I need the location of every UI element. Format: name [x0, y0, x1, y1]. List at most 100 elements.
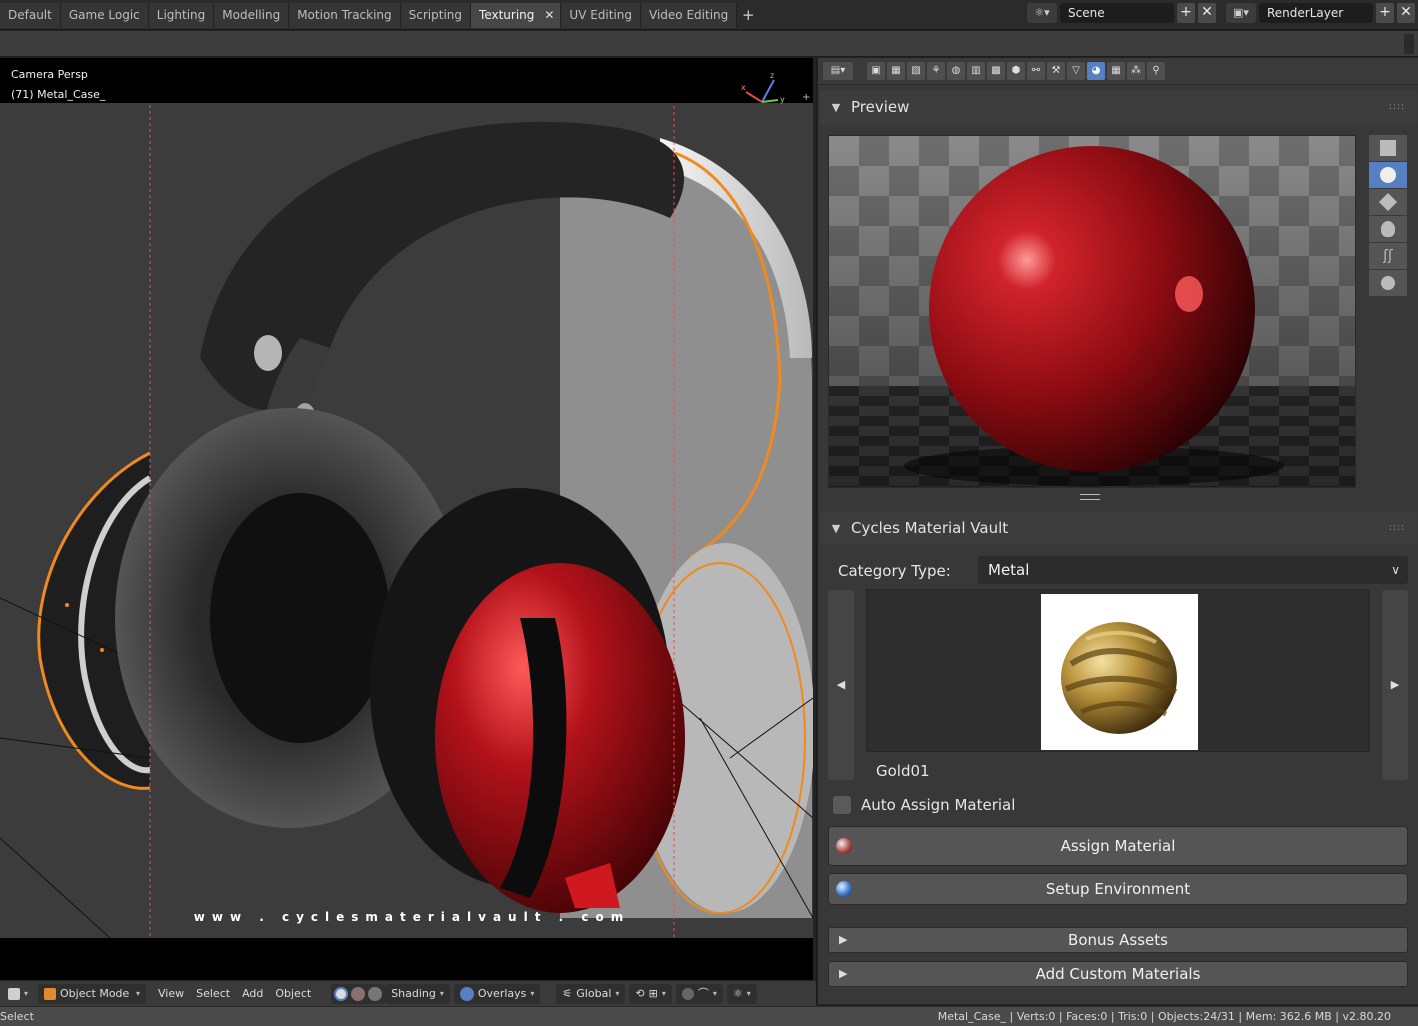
- view-layer-tab-icon[interactable]: ▧: [907, 62, 925, 80]
- add-render-layer-button[interactable]: +: [1376, 3, 1394, 23]
- previous-material-button[interactable]: ◀: [828, 590, 854, 780]
- drag-handle-icon[interactable]: ::::: [1389, 102, 1405, 112]
- preview-cube-button[interactable]: [1369, 189, 1407, 216]
- 3d-viewport[interactable]: Camera Persp (71) Metal_Case_ z x y + ww…: [0, 58, 813, 980]
- wrench-tab-icon[interactable]: ⚒: [1047, 62, 1065, 80]
- preview-flat-button[interactable]: [1369, 135, 1407, 162]
- auto-assign-material-row[interactable]: Auto Assign Material: [833, 796, 1015, 814]
- area-corner[interactable]: [1404, 34, 1414, 54]
- rendered-shading-icon[interactable]: [368, 986, 383, 1001]
- shading-dropdown[interactable]: Shading ▾: [385, 983, 450, 1004]
- viewport-header: ▾ Object Mode ▾ View Select Add Object Sh…: [0, 980, 816, 1006]
- editor-type-button[interactable]: ▾: [2, 984, 34, 1004]
- auto-assign-label: Auto Assign Material: [861, 796, 1016, 814]
- material-thumbnail[interactable]: [1041, 594, 1198, 750]
- tab-default[interactable]: Default: [0, 3, 61, 28]
- axis-x-label: x: [741, 83, 746, 92]
- remove-render-layer-button[interactable]: ✕: [1397, 3, 1415, 23]
- solid-shading-icon[interactable]: [334, 986, 349, 1001]
- preview-sphere-button[interactable]: [1369, 162, 1407, 189]
- mode-label: Object Mode: [60, 986, 130, 1000]
- object-tab-icon[interactable]: ▩: [987, 62, 1005, 80]
- material-vault-panel-header[interactable]: ▼ Cycles Material Vault ::::: [821, 511, 1417, 545]
- object-mode-dropdown[interactable]: Object Mode ▾: [38, 983, 147, 1004]
- shading-label: Shading: [391, 986, 436, 1000]
- cube-icon: [1378, 192, 1398, 212]
- preview-resize-handle[interactable]: [1080, 494, 1100, 500]
- preview-title: Preview: [851, 98, 910, 116]
- add-custom-materials-subpanel[interactable]: ▶ Add Custom Materials: [828, 961, 1408, 987]
- physics-tab-icon[interactable]: ⚲: [1147, 62, 1165, 80]
- preview-world-button[interactable]: [1369, 270, 1407, 297]
- falloff-icon: ⌒: [697, 986, 709, 1000]
- sphere-icon: [1380, 167, 1396, 183]
- tool-header: [0, 31, 1418, 57]
- constraint-tab-icon[interactable]: ⚯: [1027, 62, 1045, 80]
- scene-tab-icon[interactable]: ⚘: [927, 62, 945, 80]
- category-type-select[interactable]: Metal ∨: [978, 556, 1408, 584]
- preview-monkey-button[interactable]: [1369, 216, 1407, 243]
- workspace-bar: Default Game Logic Lighting Modelling Mo…: [0, 0, 1418, 30]
- collapse-triangle-icon: ▼: [831, 521, 841, 535]
- preview-shape-buttons: ʃʃ: [1369, 135, 1407, 297]
- menu-view[interactable]: View: [152, 984, 190, 1004]
- collection-tab-icon[interactable]: ▥: [967, 62, 985, 80]
- preview-hair-button[interactable]: ʃʃ: [1369, 243, 1407, 270]
- auto-assign-checkbox[interactable]: [833, 796, 851, 814]
- gizmo-dropdown[interactable]: ⚛ ▾: [726, 983, 757, 1004]
- remove-scene-button[interactable]: ✕: [1198, 3, 1216, 23]
- menu-add[interactable]: Add: [236, 984, 269, 1004]
- texture-tab-icon[interactable]: ▦: [1107, 62, 1125, 80]
- view-label: Camera Persp: [11, 68, 88, 81]
- scene-name-field[interactable]: Scene: [1060, 3, 1174, 23]
- tab-modelling[interactable]: Modelling: [214, 3, 290, 28]
- world-tab-icon[interactable]: ◍: [947, 62, 965, 80]
- add-scene-button[interactable]: +: [1177, 3, 1195, 23]
- axis-z-label: z: [770, 71, 774, 80]
- preview-panel-header[interactable]: ▼ Preview ::::: [821, 90, 1417, 124]
- data-tab-icon[interactable]: ▽: [1067, 62, 1085, 80]
- output-tab-icon[interactable]: ▦: [887, 62, 905, 80]
- setup-environment-button[interactable]: Setup Environment: [828, 873, 1408, 905]
- overlays-label: Overlays: [477, 986, 527, 1000]
- add-workspace-button[interactable]: +: [737, 3, 759, 28]
- tab-texturing[interactable]: Texturing ✕: [471, 3, 562, 28]
- category-type-value: Metal: [988, 561, 1030, 579]
- modifier-tab-icon[interactable]: ⬢: [1007, 62, 1025, 80]
- menu-object[interactable]: Object: [269, 984, 317, 1004]
- tab-lighting[interactable]: Lighting: [148, 3, 215, 28]
- tab-game-logic[interactable]: Game Logic: [60, 3, 149, 28]
- tab-uv-editing[interactable]: UV Editing: [561, 3, 642, 28]
- particles-tab-icon[interactable]: ⁂: [1127, 62, 1145, 80]
- tab-motion-tracking[interactable]: Motion Tracking: [289, 3, 401, 28]
- properties-tabs: ▤▾ ▣ ▦ ▧ ⚘ ◍ ▥ ▩ ⬢ ⚯ ⚒ ▽ ◕ ▦ ⁂ ⚲: [818, 58, 1418, 85]
- proportional-edit-controls[interactable]: ⌒ ▾: [675, 983, 723, 1004]
- orientation-dropdown[interactable]: ⚟ Global ▾: [556, 983, 626, 1004]
- menu-select[interactable]: Select: [190, 984, 236, 1004]
- editor-type-icon[interactable]: ▤▾: [823, 62, 853, 80]
- snap-controls[interactable]: ⟲ ⊞ ▾: [629, 983, 672, 1004]
- expand-triangle-icon: ▶: [839, 967, 848, 980]
- tab-video-editing[interactable]: Video Editing: [641, 3, 738, 28]
- overlays-icon: [459, 986, 474, 1001]
- tab-scripting[interactable]: Scripting: [400, 3, 472, 28]
- object-label: (71) Metal_Case_: [11, 88, 106, 101]
- bonus-assets-subpanel[interactable]: ▶ Bonus Assets: [828, 927, 1408, 953]
- drag-handle-icon[interactable]: ::::: [1389, 523, 1405, 533]
- transform-orientation-icon: ⚟: [562, 986, 573, 1000]
- material-tab-icon[interactable]: ◕: [1087, 62, 1105, 80]
- render-tab-icon[interactable]: ▣: [867, 62, 885, 80]
- material-sphere-icon: [836, 838, 852, 854]
- close-icon[interactable]: ✕: [544, 3, 554, 28]
- scene-icon[interactable]: ⚛▾: [1027, 3, 1057, 23]
- viewport-shading-buttons: [331, 983, 386, 1004]
- gizmo-icon: ⚛: [732, 986, 743, 1000]
- scene-selector: ⚛▾ Scene + ✕: [1027, 2, 1216, 24]
- next-material-button[interactable]: ▶: [1382, 590, 1408, 780]
- overlays-dropdown[interactable]: Overlays ▾: [453, 983, 541, 1004]
- render-layer-field[interactable]: RenderLayer: [1259, 3, 1373, 23]
- render-layer-icon[interactable]: ▣▾: [1226, 3, 1256, 23]
- assign-material-button[interactable]: Assign Material: [828, 826, 1408, 866]
- navigation-gizmo[interactable]: z x y +: [740, 70, 810, 110]
- material-shading-icon[interactable]: [351, 986, 366, 1001]
